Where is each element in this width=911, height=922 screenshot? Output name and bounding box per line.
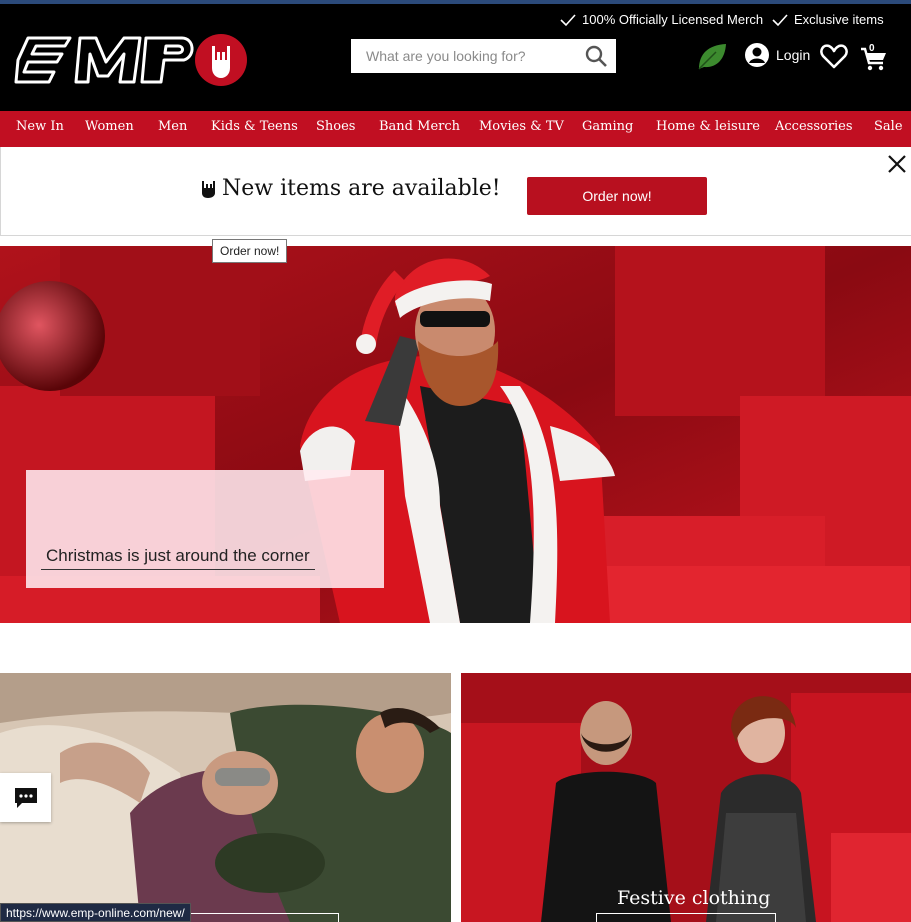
usp-licensed: 100% Officially Licensed Merch bbox=[560, 12, 763, 27]
checkmark-icon bbox=[772, 13, 788, 26]
nav-item-men[interactable]: Men bbox=[158, 119, 187, 134]
nav-item-kids-teens[interactable]: Kids & Teens bbox=[211, 119, 298, 134]
usp-exclusive-label: Exclusive items bbox=[794, 12, 884, 27]
checkmark-icon bbox=[560, 13, 576, 26]
rock-hand-icon bbox=[202, 180, 215, 198]
nav-item-sale[interactable]: Sale bbox=[874, 119, 903, 134]
new-items-message: New items are available! bbox=[200, 176, 501, 201]
close-icon[interactable] bbox=[886, 153, 908, 175]
nav-item-home-leisure[interactable]: Home & leisure bbox=[656, 119, 760, 134]
login-button[interactable]: Login bbox=[744, 42, 810, 68]
nav-item-women[interactable]: Women bbox=[85, 119, 134, 134]
nav-item-shoes[interactable]: Shoes bbox=[316, 119, 355, 134]
tile-festive-title: Festive clothing bbox=[617, 887, 771, 909]
tile-festive-button[interactable] bbox=[596, 913, 776, 922]
emp-logo[interactable] bbox=[14, 32, 248, 88]
order-now-button[interactable]: Order now! bbox=[527, 177, 707, 215]
status-bar-url: https://www.emp-online.com/new/ bbox=[0, 903, 191, 922]
leaf-icon[interactable] bbox=[696, 40, 728, 72]
tile-festive-clothing[interactable] bbox=[461, 673, 911, 922]
cart-count-badge: 0 bbox=[869, 43, 875, 54]
login-label: Login bbox=[776, 47, 811, 63]
order-now-tooltip: Order now! bbox=[212, 239, 288, 263]
nav-item-band-merch[interactable]: Band Merch bbox=[379, 119, 460, 134]
nav-item-new-in[interactable]: New In bbox=[16, 119, 64, 134]
nav-item-gaming[interactable]: Gaming bbox=[582, 119, 633, 134]
chat-bubble-icon bbox=[14, 787, 37, 808]
new-items-text: New items are available! bbox=[222, 176, 501, 201]
usp-exclusive: Exclusive items bbox=[772, 12, 884, 27]
search-input[interactable] bbox=[351, 39, 576, 73]
search-box bbox=[351, 39, 616, 73]
hero-banner[interactable]: Christmas is just around the corner bbox=[0, 246, 911, 623]
user-icon bbox=[745, 43, 769, 67]
wishlist-heart-icon[interactable] bbox=[820, 43, 848, 69]
new-items-banner: New items are available! Order now! bbox=[0, 147, 911, 236]
tile-festive-image bbox=[461, 673, 911, 922]
hero-caption-link[interactable]: Christmas is just around the corner bbox=[41, 546, 315, 570]
hero-caption-panel bbox=[26, 470, 384, 588]
usp-licensed-label: 100% Officially Licensed Merch bbox=[582, 12, 764, 27]
search-icon bbox=[585, 45, 607, 67]
tile-new-in[interactable] bbox=[0, 673, 451, 922]
main-navigation: New In Women Men Kids & Teens Shoes Band… bbox=[0, 111, 911, 147]
nav-item-accessories[interactable]: Accessories bbox=[775, 119, 853, 134]
nav-item-movies-tv[interactable]: Movies & TV bbox=[479, 119, 564, 134]
tile-new-in-image bbox=[0, 673, 451, 922]
chat-button[interactable] bbox=[0, 773, 51, 822]
search-button[interactable] bbox=[576, 39, 616, 73]
